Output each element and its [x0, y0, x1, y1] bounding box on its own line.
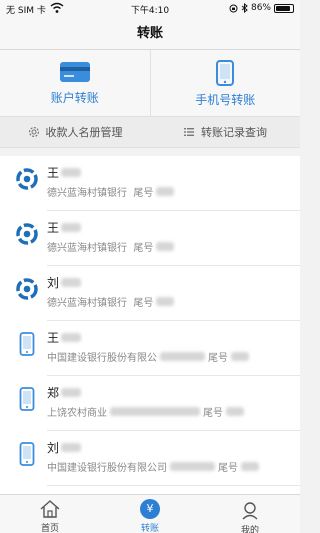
tab-transfer-label: 转账: [140, 524, 159, 533]
status-right: 86%: [229, 3, 294, 13]
navigation-bar: 转账: [0, 18, 300, 50]
tab-home-label: 首页: [40, 524, 59, 533]
masked-name: [61, 223, 82, 232]
masked-name: [61, 388, 82, 397]
masked-name: [61, 278, 82, 287]
bluetooth-icon: [241, 3, 248, 13]
payee-name: 刘: [47, 274, 82, 291]
payee-row[interactable]: 王 德兴蓝海村镇银行 尾号: [0, 211, 300, 266]
payee-name: 刘: [47, 439, 82, 456]
payee-management-label: 收款人名册管理: [45, 126, 123, 139]
bank-logo-icon: [16, 168, 38, 190]
payee-list: 王 德兴蓝海村镇银行 尾号 王 德兴蓝海村镇银行 尾号 刘 德兴蓝海村镇银行 尾…: [0, 156, 300, 494]
bank-logo-icon: [16, 223, 38, 245]
bank-card-icon: [59, 62, 90, 82]
tools-bar: 收款人名册管理 转账记录查询: [0, 116, 300, 148]
payee-bank-info: 德兴蓝海村镇银行 尾号: [47, 239, 175, 254]
payee-row[interactable]: 王 德兴蓝海村镇银行 尾号: [0, 156, 300, 211]
payee-bank-info: 上饶农村商业 尾号: [47, 404, 244, 419]
mobile-transfer-button[interactable]: 手机号转账: [149, 50, 301, 116]
masked-text: [170, 462, 215, 471]
mobile-phone-icon: [16, 387, 38, 411]
tab-mine-label: 我的: [240, 526, 259, 533]
masked-name: [61, 333, 82, 342]
payee-row[interactable]: 刘 德兴蓝海村镇银行 尾号: [0, 266, 300, 321]
status-bar: 无 SIM 卡 下午4:10 86%: [0, 0, 300, 18]
payee-name: 王: [47, 329, 82, 346]
masked-name: [61, 443, 82, 452]
list-icon: [184, 128, 194, 136]
masked-text: [160, 352, 205, 361]
payee-row[interactable]: 刘 中国建设银行股份有限公司 尾号: [0, 431, 300, 486]
mobile-phone-icon: [216, 60, 235, 86]
home-icon: [39, 499, 61, 519]
payee-name: 郑: [47, 384, 82, 401]
rotation-lock-icon: [229, 4, 238, 12]
masked-account: [156, 242, 175, 251]
tab-transfer[interactable]: ¥ 转账: [100, 495, 200, 533]
quick-actions: 账户转账 手机号转账: [0, 50, 300, 116]
masked-account: [231, 352, 249, 361]
yen-icon: ¥: [139, 499, 161, 519]
account-transfer-label: 账户转账: [50, 91, 99, 105]
payee-row[interactable]: 王 中国建设银行股份有限公 尾号: [0, 321, 300, 376]
mobile-phone-icon: [16, 442, 38, 466]
battery-percent: 86%: [250, 3, 271, 13]
payee-bank-info: 中国建设银行股份有限公司 尾号: [47, 459, 259, 474]
masked-account: [156, 297, 175, 306]
payee-bank-info: 德兴蓝海村镇银行 尾号: [47, 294, 175, 309]
payee-row[interactable]: 郑 上饶农村商业 尾号: [0, 376, 300, 431]
transfer-records-button[interactable]: 转账记录查询: [150, 117, 300, 147]
transfer-records-label: 转账记录查询: [201, 126, 267, 139]
bank-logo-icon: [16, 278, 38, 300]
payee-management-button[interactable]: 收款人名册管理: [0, 117, 150, 147]
divider: [47, 485, 300, 486]
page-title: 转账: [136, 26, 163, 41]
payee-name: 王: [47, 164, 82, 181]
user-icon: [239, 499, 261, 521]
tab-bar: 首页 ¥ 转账 我的: [0, 494, 300, 533]
payee-bank-info: 中国建设银行股份有限公 尾号: [47, 349, 249, 364]
account-transfer-button[interactable]: 账户转账: [0, 50, 150, 116]
payee-name: 王: [47, 219, 82, 236]
gear-icon: [28, 126, 39, 138]
masked-text: [110, 407, 200, 416]
mobile-phone-icon: [16, 332, 38, 356]
masked-account: [156, 187, 175, 196]
masked-account: [241, 462, 259, 471]
masked-account: [226, 407, 244, 416]
tab-mine[interactable]: 我的: [200, 495, 300, 533]
masked-name: [61, 168, 82, 177]
payee-bank-info: 德兴蓝海村镇银行 尾号: [47, 184, 175, 199]
mobile-transfer-label: 手机号转账: [195, 93, 256, 107]
battery-icon: [274, 3, 294, 13]
tab-home[interactable]: 首页: [0, 495, 100, 533]
